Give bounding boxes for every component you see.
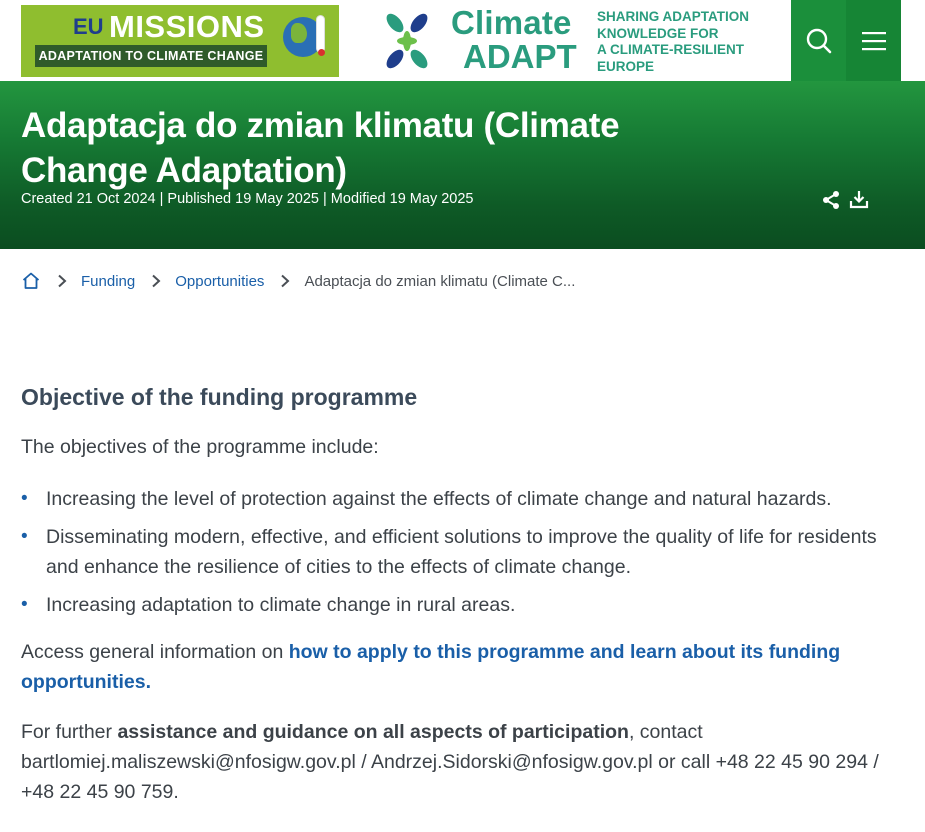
eu-logo-missions: MISSIONS	[109, 9, 265, 44]
share-icon[interactable]	[821, 190, 841, 210]
chevron-right-icon	[281, 274, 290, 288]
list-item-text: Increasing the level of protection again…	[46, 488, 832, 510]
thermometer-icon	[316, 15, 325, 56]
site-header: EU MISSIONS ADAPTATION TO CLIMATE CHANGE…	[0, 0, 925, 81]
menu-button[interactable]	[846, 0, 901, 81]
climate-adapt-tagline: SHARING ADAPTATION KNOWLEDGE FOR A CLIMA…	[597, 9, 777, 75]
section-heading: Objective of the funding programme	[21, 384, 418, 410]
list-item: • Disseminating modern, effective, and ef…	[21, 522, 901, 582]
breadcrumb-link-opportunities[interactable]: Opportunities	[175, 273, 264, 290]
intro-text: The objectives of the programme include:	[21, 436, 379, 458]
access-paragraph: Access general information on how to app…	[21, 637, 911, 697]
eu-logo-eu: EU	[73, 14, 104, 39]
page-title: Adaptacja do zmian klimatu (Climate Chan…	[21, 106, 620, 190]
chevron-right-icon	[58, 274, 67, 288]
download-icon[interactable]	[849, 189, 869, 209]
list-item-text: Disseminating modern, effective, and eff…	[46, 526, 877, 578]
climate-adapt-title-line2: ADAPT	[463, 38, 577, 75]
search-icon	[806, 28, 831, 53]
bullet-icon: •	[21, 594, 28, 615]
contact-emphasis: assistance and guidance on all aspects o…	[117, 721, 629, 743]
breadcrumb-link-funding[interactable]: Funding	[81, 273, 135, 290]
tagline-line: EUROPE	[597, 58, 655, 74]
objectives-list: • Increasing the level of protection agai…	[21, 484, 901, 628]
hamburger-menu-icon	[861, 31, 886, 50]
page-hero: Adaptacja do zmian klimatu (Climate Chan…	[0, 81, 925, 249]
contact-prefix: For further	[21, 721, 118, 743]
climate-adapt-mark-icon[interactable]	[375, 9, 439, 73]
tagline-line: KNOWLEDGE FOR	[597, 25, 719, 41]
breadcrumb-current: Adaptacja do zmian klimatu (Climate C...	[304, 272, 576, 290]
list-item: • Increasing adaptation to climate change…	[21, 590, 901, 620]
bullet-icon: •	[21, 488, 28, 509]
home-icon[interactable]	[21, 271, 41, 291]
chevron-right-icon	[152, 274, 161, 288]
search-button[interactable]	[791, 0, 846, 81]
breadcrumb: Funding Opportunities Adaptacja do zmian…	[21, 270, 575, 292]
eu-logo-subtitle: ADAPTATION TO CLIMATE CHANGE	[35, 45, 267, 67]
list-item: • Increasing the level of protection agai…	[21, 484, 901, 514]
publication-dates: Created 21 Oct 2024 | Published 19 May 2…	[21, 191, 474, 207]
list-item-text: Increasing adaptation to climate change …	[46, 594, 516, 616]
eu-missions-logo[interactable]: EU MISSIONS ADAPTATION TO CLIMATE CHANGE	[21, 5, 339, 77]
contact-paragraph: For further assistance and guidance on a…	[21, 717, 911, 807]
bullet-icon: •	[21, 526, 28, 547]
climate-adapt-title-line1: Climate	[451, 4, 572, 41]
access-prefix: Access general information on	[21, 641, 289, 663]
tagline-line: SHARING ADAPTATION	[597, 9, 749, 24]
tagline-line: A CLIMATE-RESILIENT	[597, 42, 744, 57]
